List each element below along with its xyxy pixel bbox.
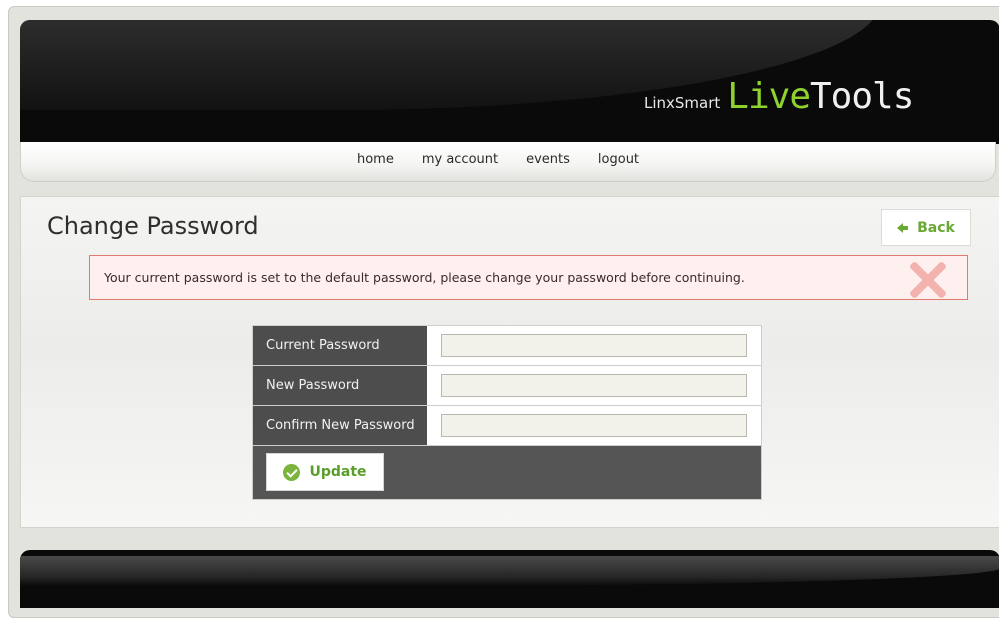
alert-message: Your current password is set to the defa…	[104, 270, 745, 285]
new-password-input[interactable]	[441, 374, 747, 397]
nav-item-logout[interactable]: logout	[598, 152, 639, 167]
back-button[interactable]: Back	[881, 209, 971, 246]
current-password-input[interactable]	[441, 334, 747, 357]
header-banner: LinxSmart Live Tools	[20, 20, 999, 144]
error-alert: Your current password is set to the defa…	[89, 255, 968, 300]
form-submit-row: Update	[253, 446, 761, 499]
update-button[interactable]: Update	[266, 453, 384, 491]
change-password-form: Current Password New Password Confirm Ne…	[252, 325, 762, 500]
footer-sheen	[20, 556, 999, 586]
confirm-password-input[interactable]	[441, 414, 747, 437]
page-title: Change Password	[47, 212, 259, 240]
close-x-icon[interactable]	[907, 259, 947, 299]
form-row-current-password: Current Password	[253, 326, 761, 366]
new-password-label: New Password	[253, 366, 427, 405]
update-button-label: Update	[309, 464, 367, 480]
arrow-left-icon	[897, 222, 909, 233]
check-circle-icon	[283, 463, 301, 481]
brand-tools: Tools	[810, 76, 914, 117]
form-row-confirm-password: Confirm New Password	[253, 406, 761, 446]
back-button-label: Back	[917, 219, 955, 236]
brand-live: Live	[727, 76, 811, 117]
form-row-new-password: New Password	[253, 366, 761, 406]
main-nav: home my account events logout	[20, 142, 996, 182]
content-panel: Change Password Back Your current passwo…	[20, 196, 999, 528]
nav-item-my-account[interactable]: my account	[422, 152, 498, 167]
current-password-label: Current Password	[253, 326, 427, 365]
confirm-password-label: Confirm New Password	[253, 406, 427, 445]
footer-banner	[20, 550, 999, 608]
nav-item-events[interactable]: events	[526, 152, 570, 167]
brand-prefix: LinxSmart	[644, 94, 721, 112]
brand-logo: LinxSmart Live Tools	[644, 76, 914, 117]
nav-item-home[interactable]: home	[357, 152, 394, 167]
